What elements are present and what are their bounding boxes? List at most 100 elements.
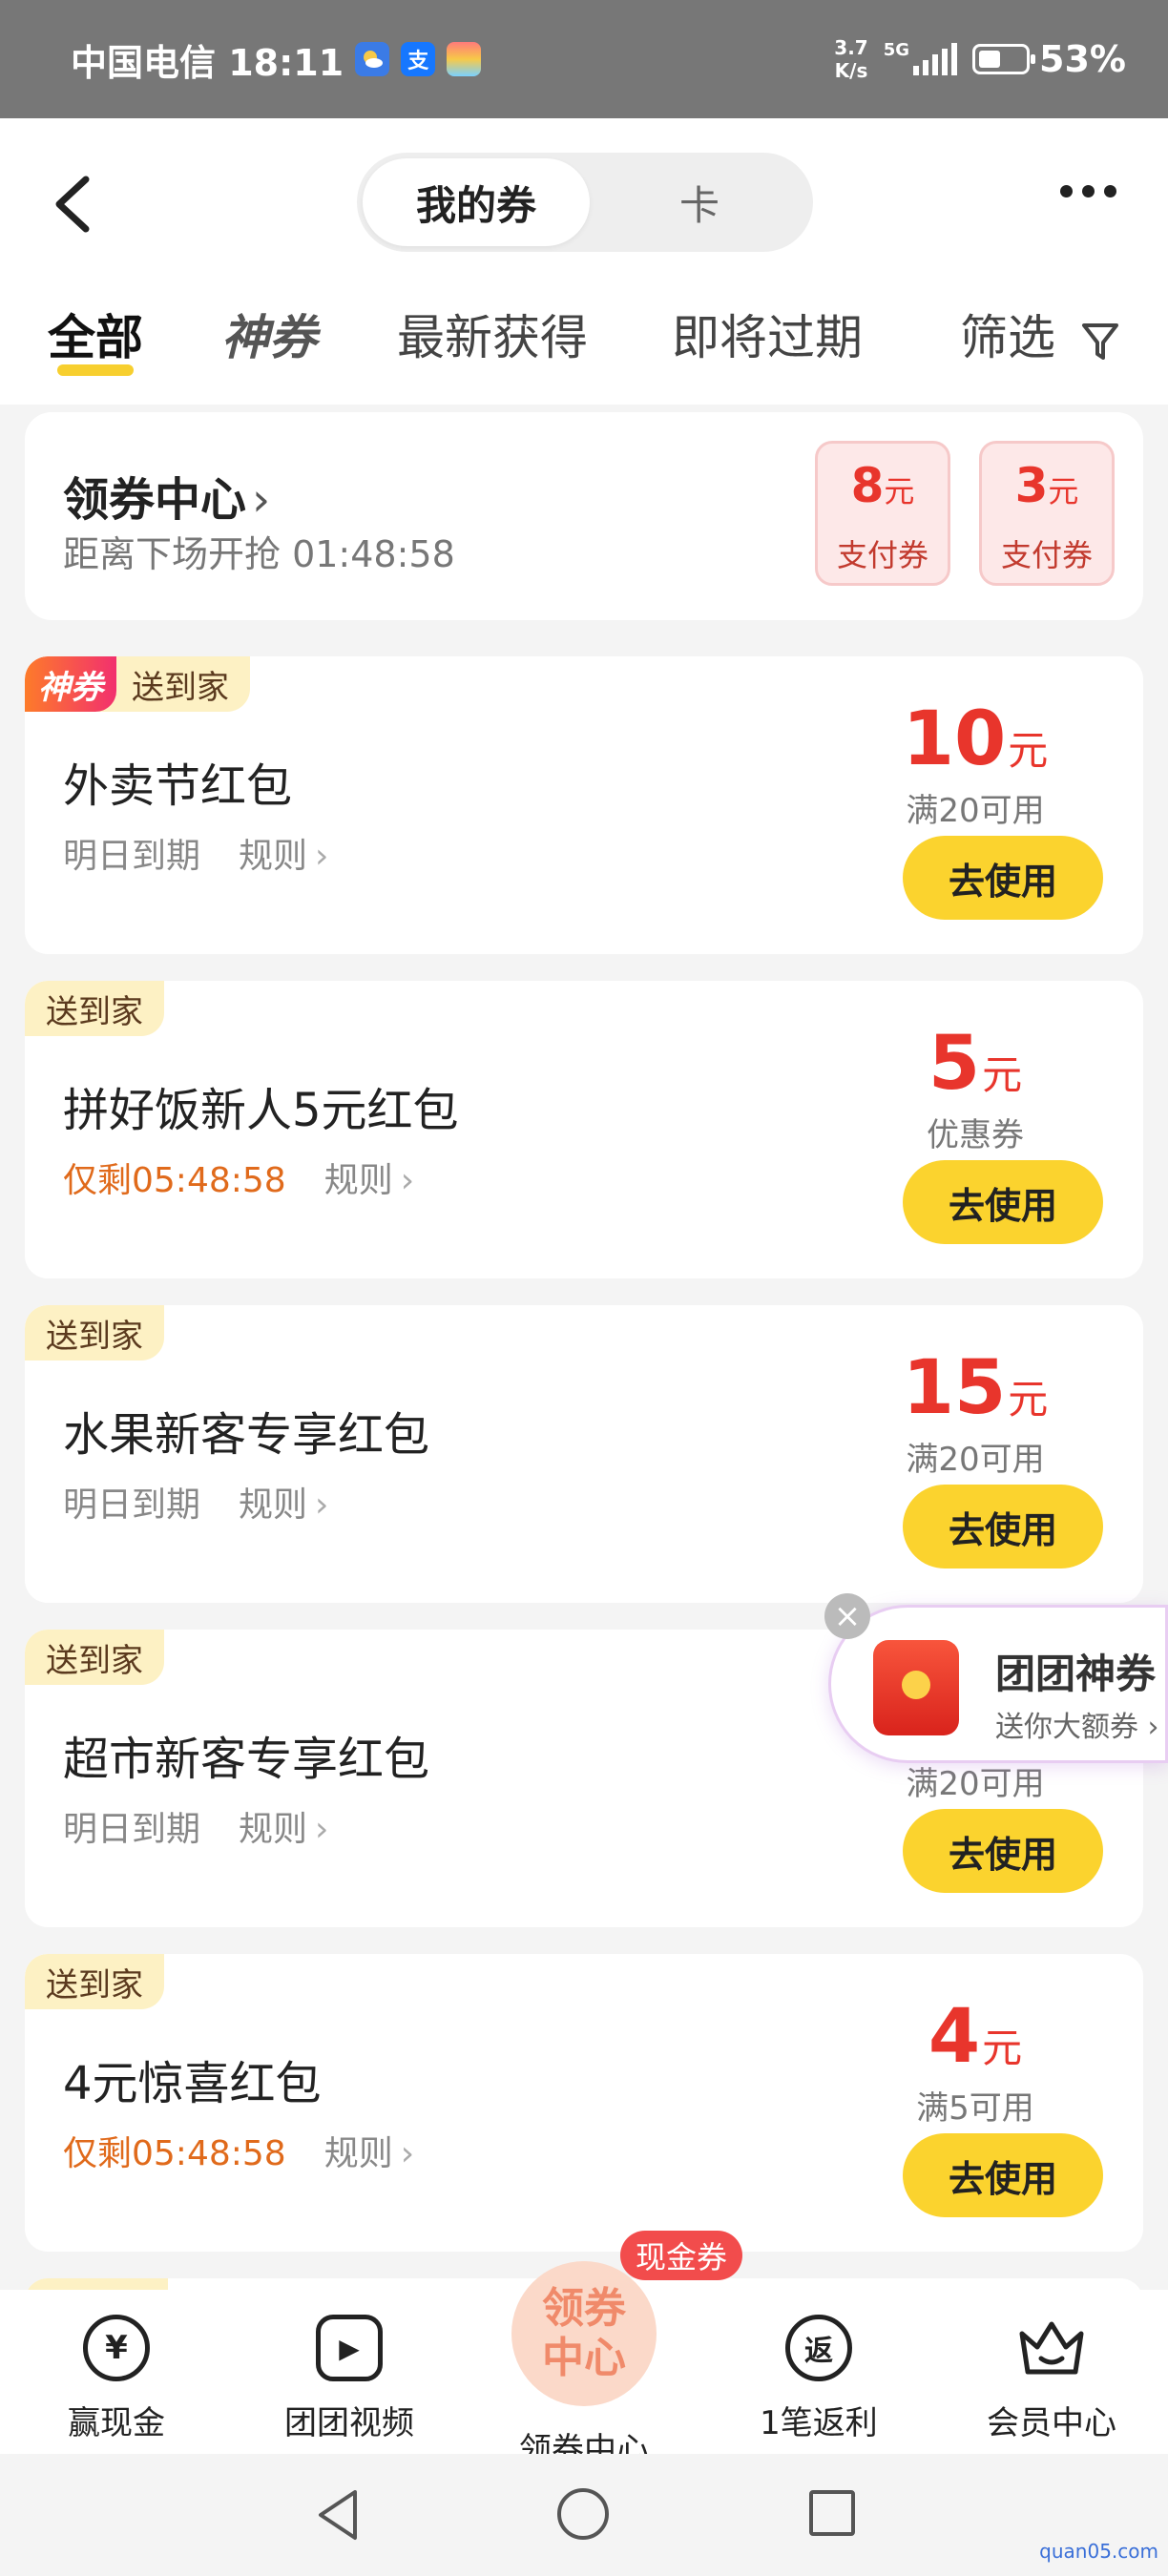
coupon-expiry: 仅剩05:48:58 [63, 2134, 286, 2173]
coupon-expiry: 明日到期 [63, 1485, 201, 1525]
coupon-amount: 4元 [928, 1994, 1023, 2080]
coupon-card[interactable]: 送到家 拼好饭新人5元红包 仅剩05:48:58 规则 › 5元 优惠券 去使用 [25, 981, 1143, 1278]
god-coupon-tag: 神券 [25, 656, 116, 712]
coupon-rule-link[interactable]: 规则 › [239, 1801, 328, 1851]
coupon-rule-link[interactable]: 规则 › [324, 2126, 414, 2175]
more-dot-icon [1104, 185, 1116, 197]
coupon-tags: 神券 送到家 [25, 656, 250, 712]
coupon-expiry: 明日到期 [63, 837, 201, 876]
coupon-card[interactable]: 神券 送到家 外卖节红包 明日到期 规则 › 10元 满20可用 去使用 [25, 656, 1143, 954]
coupon-center-countdown: 距离下场开抢 01:48:58 [63, 533, 455, 575]
coupon-rule-link[interactable]: 规则 › [239, 1477, 328, 1527]
coupon-condition: 满5可用 [916, 2089, 1034, 2128]
app-icon [447, 42, 482, 76]
floating-promo-banner[interactable]: 团团神券 送你大额券 › [828, 1605, 1168, 1763]
delivery-tag: 送到家 [97, 656, 250, 712]
rebate-icon: 返 [785, 2315, 852, 2381]
coupon-center-title-text: 领券中心 [63, 473, 247, 527]
use-coupon-button[interactable]: 去使用 [903, 836, 1103, 920]
chevron-right-icon: › [252, 473, 271, 527]
signal-icon [913, 43, 958, 75]
play-icon: ▶ [316, 2315, 383, 2381]
coupon-title: 4元惊喜红包 [63, 2057, 322, 2110]
coupon-card[interactable]: 送到家 4元惊喜红包 仅剩05:48:58 规则 › 4元 满5可用 去使用 [25, 1954, 1143, 2252]
nav-label: 1笔返利 [760, 2404, 878, 2442]
funnel-icon [1081, 322, 1118, 360]
close-icon[interactable]: × [824, 1593, 870, 1639]
coupon-amount: 15元 [902, 1345, 1049, 1431]
mini-coupon[interactable]: 3元 支付券 [979, 441, 1115, 586]
system-back-icon[interactable] [313, 2486, 363, 2544]
coupon-center-title[interactable]: 领券中心 › [63, 462, 270, 529]
nav-member-center[interactable]: 会员中心 [956, 2315, 1147, 2443]
nav-label: 赢现金 [68, 2404, 165, 2442]
coupon-title: 拼好饭新人5元红包 [63, 1084, 459, 1137]
battery-icon [972, 44, 1036, 74]
back-button[interactable] [48, 166, 105, 242]
mini-coupon-amount: 8元 [850, 458, 915, 513]
coupon-condition: 优惠券 [927, 1116, 1024, 1154]
coupon-tags: 送到家 [25, 1630, 164, 1685]
use-coupon-button[interactable]: 去使用 [903, 1160, 1103, 1244]
network-type: 5G [883, 40, 910, 60]
bottom-nav: ¥ 赢现金 ▶ 团团视频 领券中心 现金券 领券中心 返 1笔返利 会员中心 [0, 2231, 1168, 2469]
filter-tabs: 全部 神券 最新获得 即将过期 筛选 [0, 290, 1168, 382]
carrier-time: 中国电信 18:11 [71, 41, 344, 84]
tab-filter[interactable]: 筛选 [960, 300, 1120, 368]
network-speed: 3.7 K/s [834, 36, 867, 82]
coupon-amount: 10元 [902, 696, 1049, 782]
segment-control: 我的券 卡 [357, 153, 813, 252]
more-button[interactable] [1060, 185, 1116, 197]
coupon-card[interactable]: 送到家 水果新客专享红包 明日到期 规则 › 15元 满20可用 去使用 [25, 1305, 1143, 1603]
chevron-right-icon: › [400, 1161, 415, 1200]
tab-all[interactable]: 全部 [48, 300, 143, 368]
status-bar: 中国电信 18:11 支 3.7 K/s 5G 53% [0, 0, 1168, 118]
nav-label: 会员中心 [987, 2404, 1116, 2442]
coupon-meta: 明日到期 规则 › [63, 1801, 328, 1851]
header: 我的券 卡 全部 神券 最新获得 即将过期 筛选 [0, 118, 1168, 405]
use-coupon-button[interactable]: 去使用 [903, 1485, 1103, 1568]
nav-label: 团团视频 [284, 2404, 414, 2442]
coupon-rule-link[interactable]: 规则 › [239, 828, 328, 878]
coupon-expiry: 明日到期 [63, 1810, 201, 1849]
cash-coupon-badge: 现金券 [620, 2231, 743, 2280]
chevron-right-icon: › [315, 1810, 329, 1849]
status-right: 3.7 K/s 5G 53% [834, 36, 1126, 82]
crown-icon [956, 2315, 1147, 2381]
coupon-meta: 明日到期 规则 › [63, 1477, 328, 1527]
use-coupon-button[interactable]: 去使用 [903, 1809, 1103, 1893]
coupon-title: 水果新客专享红包 [63, 1408, 430, 1462]
tab-latest[interactable]: 最新获得 [397, 300, 588, 368]
coupon-rule-link[interactable]: 规则 › [324, 1153, 414, 1202]
coupon-amount: 5元 [928, 1021, 1023, 1107]
status-left: 中国电信 18:11 支 [71, 33, 482, 86]
tab-god-coupon[interactable]: 神券 [221, 300, 317, 368]
filter-label: 筛选 [960, 310, 1055, 365]
system-recents-icon[interactable] [809, 2490, 855, 2536]
coupon-meta: 明日到期 规则 › [63, 828, 328, 878]
coupon-center-card[interactable]: 领券中心 › 距离下场开抢 01:48:58 8元 支付券 3元 支付券 [25, 412, 1143, 620]
coupon-tags: 送到家 [25, 1305, 164, 1361]
nav-win-cash[interactable]: ¥ 赢现金 [21, 2315, 212, 2443]
tab-expiring[interactable]: 即将过期 [672, 300, 863, 368]
mini-coupon[interactable]: 8元 支付券 [815, 441, 950, 586]
coupon-title: 超市新客专享红包 [63, 1733, 430, 1786]
nav-video[interactable]: ▶ 团团视频 [254, 2315, 445, 2443]
delivery-tag: 送到家 [25, 1954, 164, 2009]
nav-rebate[interactable]: 返 1笔返利 [723, 2315, 914, 2443]
chevron-right-icon: › [400, 2134, 415, 2173]
watermark: quan05.com [1039, 2540, 1158, 2563]
speed-value: 3.7 [834, 36, 868, 59]
chevron-right-icon: › [315, 837, 329, 876]
system-home-icon[interactable] [557, 2488, 609, 2540]
coupon-meta: 仅剩05:48:58 规则 › [63, 2126, 414, 2175]
use-coupon-button[interactable]: 去使用 [903, 2133, 1103, 2217]
alipay-icon: 支 [401, 42, 436, 76]
mini-coupon-label: 支付券 [836, 537, 928, 573]
more-dot-icon [1060, 185, 1073, 197]
segment-my-coupons[interactable]: 我的券 [363, 158, 590, 246]
active-tab-indicator [57, 364, 134, 376]
yuan-icon: ¥ [83, 2315, 150, 2381]
segment-cards[interactable]: 卡 [592, 158, 807, 246]
coupon-expiry: 仅剩05:48:58 [63, 1161, 286, 1200]
